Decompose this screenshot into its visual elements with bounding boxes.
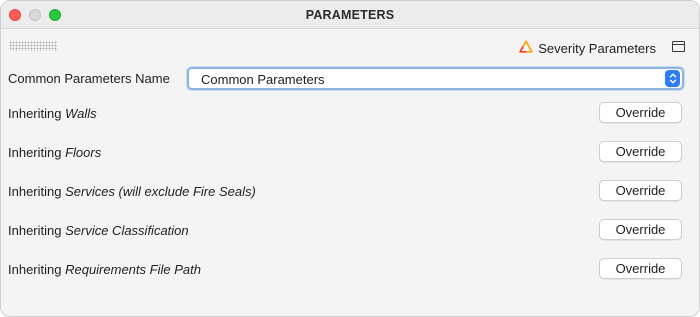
override-services-button[interactable]: Override: [599, 180, 682, 201]
inheriting-prefix: Inheriting: [8, 184, 66, 199]
override-floors-button[interactable]: Override: [599, 141, 682, 162]
parameter-name: Floors: [65, 145, 102, 160]
parameters-window: PARAMETERS Severity Parameters Common Pa…: [0, 0, 700, 317]
title-bar: PARAMETERS: [1, 1, 699, 29]
override-service-classification-button[interactable]: Override: [599, 219, 682, 240]
sidebar-panel-icon[interactable]: [672, 41, 685, 52]
chevron-up-down-icon: [665, 70, 680, 87]
common-parameters-name-label: Common Parameters Name: [8, 71, 170, 86]
common-parameters-select[interactable]: Common Parameters: [187, 67, 684, 90]
override-requirements-file-path-button[interactable]: Override: [599, 258, 682, 279]
inheritance-row-services: Inheriting Services (will exclude Fire S…: [1, 180, 699, 202]
common-parameters-selected-value: Common Parameters: [201, 72, 325, 87]
parameter-name: Services (will exclude Fire Seals): [65, 184, 256, 199]
parameter-name: Requirements File Path: [65, 262, 201, 277]
inheritance-label: Inheriting Requirements File Path: [8, 262, 201, 277]
inheriting-prefix: Inheriting: [8, 223, 66, 238]
inheritance-label: Inheriting Services (will exclude Fire S…: [8, 184, 256, 199]
inheritance-row-requirements-file-path: Inheriting Requirements File Path Overri…: [1, 258, 699, 280]
warning-triangle-icon: [519, 40, 533, 56]
parameter-name: Service Classification: [65, 223, 189, 238]
drag-handle[interactable]: [9, 41, 57, 51]
inheritance-row-service-classification: Inheriting Service Classification Overri…: [1, 219, 699, 241]
parameter-name: Walls: [65, 106, 97, 121]
inheritance-row-floors: Inheriting Floors Override: [1, 141, 699, 163]
inheriting-prefix: Inheriting: [8, 262, 66, 277]
inheriting-prefix: Inheriting: [8, 106, 66, 121]
inheritance-label: Inheriting Walls: [8, 106, 97, 121]
inheritance-label: Inheriting Service Classification: [8, 223, 189, 238]
severity-parameters-label: Severity Parameters: [538, 40, 656, 56]
inheritance-row-walls: Inheriting Walls Override: [1, 102, 699, 124]
inheritance-label: Inheriting Floors: [8, 145, 101, 160]
override-walls-button[interactable]: Override: [599, 102, 682, 123]
window-title: PARAMETERS: [305, 8, 395, 22]
severity-parameters-link[interactable]: Severity Parameters: [519, 40, 656, 56]
inheriting-prefix: Inheriting: [8, 145, 66, 160]
